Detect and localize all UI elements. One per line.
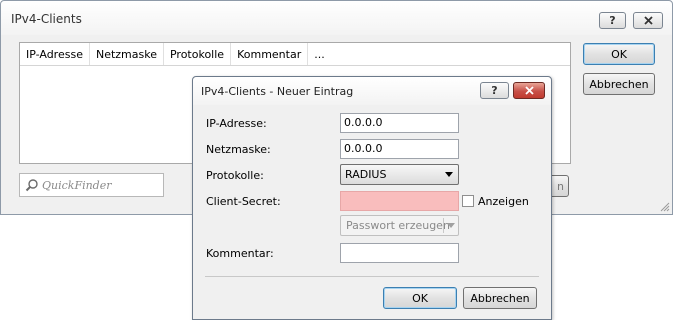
column-header-protocols[interactable]: Protokolle (164, 43, 232, 65)
netmask-field[interactable]: 0.0.0.0 (340, 139, 459, 159)
generate-password-label: Passwort erzeugen (346, 219, 450, 232)
table-header: IP-Adresse Netzmaske Protokolle Kommenta… (20, 43, 570, 66)
dialog-title: IPv4-Clients - Neuer Eintrag (201, 85, 354, 98)
close-icon (643, 16, 653, 25)
generate-password-button[interactable]: Passwort erzeugen (340, 215, 459, 236)
search-icon (25, 179, 38, 192)
dialog-titlebar: IPv4-Clients - Neuer Eintrag ? (193, 77, 551, 105)
dialog-cancel-button[interactable]: Abbrechen (463, 287, 537, 309)
ip-address-label: IP-Adresse: (206, 117, 267, 130)
column-header-comment[interactable]: Kommentar (231, 43, 309, 65)
show-secret-checkbox[interactable] (462, 195, 474, 207)
parent-cancel-button[interactable]: Abbrechen (583, 73, 655, 95)
dialog-help-button[interactable]: ? (480, 82, 509, 99)
split-separator (443, 218, 444, 233)
close-icon (524, 86, 534, 95)
dialog-divider (205, 276, 539, 277)
column-header-netmask[interactable]: Netzmaske (90, 43, 164, 65)
show-secret-label[interactable]: Anzeigen (478, 195, 529, 208)
column-header-more[interactable]: ... (308, 43, 331, 65)
comment-field[interactable] (340, 243, 459, 263)
dialog-ok-button[interactable]: OK (383, 287, 457, 309)
new-entry-dialog: IPv4-Clients - Neuer Eintrag ? IP-Adress… (192, 76, 552, 320)
dropdown-arrow-icon (445, 172, 453, 177)
client-secret-label: Client-Secret: (206, 195, 281, 208)
help-icon: ? (491, 84, 498, 97)
parent-ok-button[interactable]: OK (583, 43, 655, 65)
protocols-select[interactable]: RADIUS (340, 164, 459, 185)
quickfinder-input[interactable]: QuickFinder (19, 173, 164, 197)
parent-titlebar: IPv4-Clients ? (1, 1, 672, 35)
ip-address-field[interactable]: 0.0.0.0 (340, 113, 459, 133)
help-icon: ? (609, 14, 616, 27)
dropdown-arrow-icon (447, 223, 455, 228)
quickfinder-placeholder: QuickFinder (42, 178, 112, 192)
parent-window-title: IPv4-Clients (11, 12, 82, 26)
parent-help-button[interactable]: ? (599, 12, 626, 29)
comment-label: Kommentar: (206, 247, 274, 260)
column-header-ip[interactable]: IP-Adresse (20, 43, 90, 65)
netmask-label: Netzmaske: (206, 143, 271, 156)
protocols-label: Protokolle: (206, 169, 264, 182)
client-secret-field[interactable] (340, 191, 459, 211)
parent-close-button[interactable] (633, 12, 663, 29)
resize-grip-icon[interactable] (660, 202, 670, 212)
protocols-select-value: RADIUS (345, 168, 387, 181)
dialog-close-button[interactable] (513, 82, 545, 99)
